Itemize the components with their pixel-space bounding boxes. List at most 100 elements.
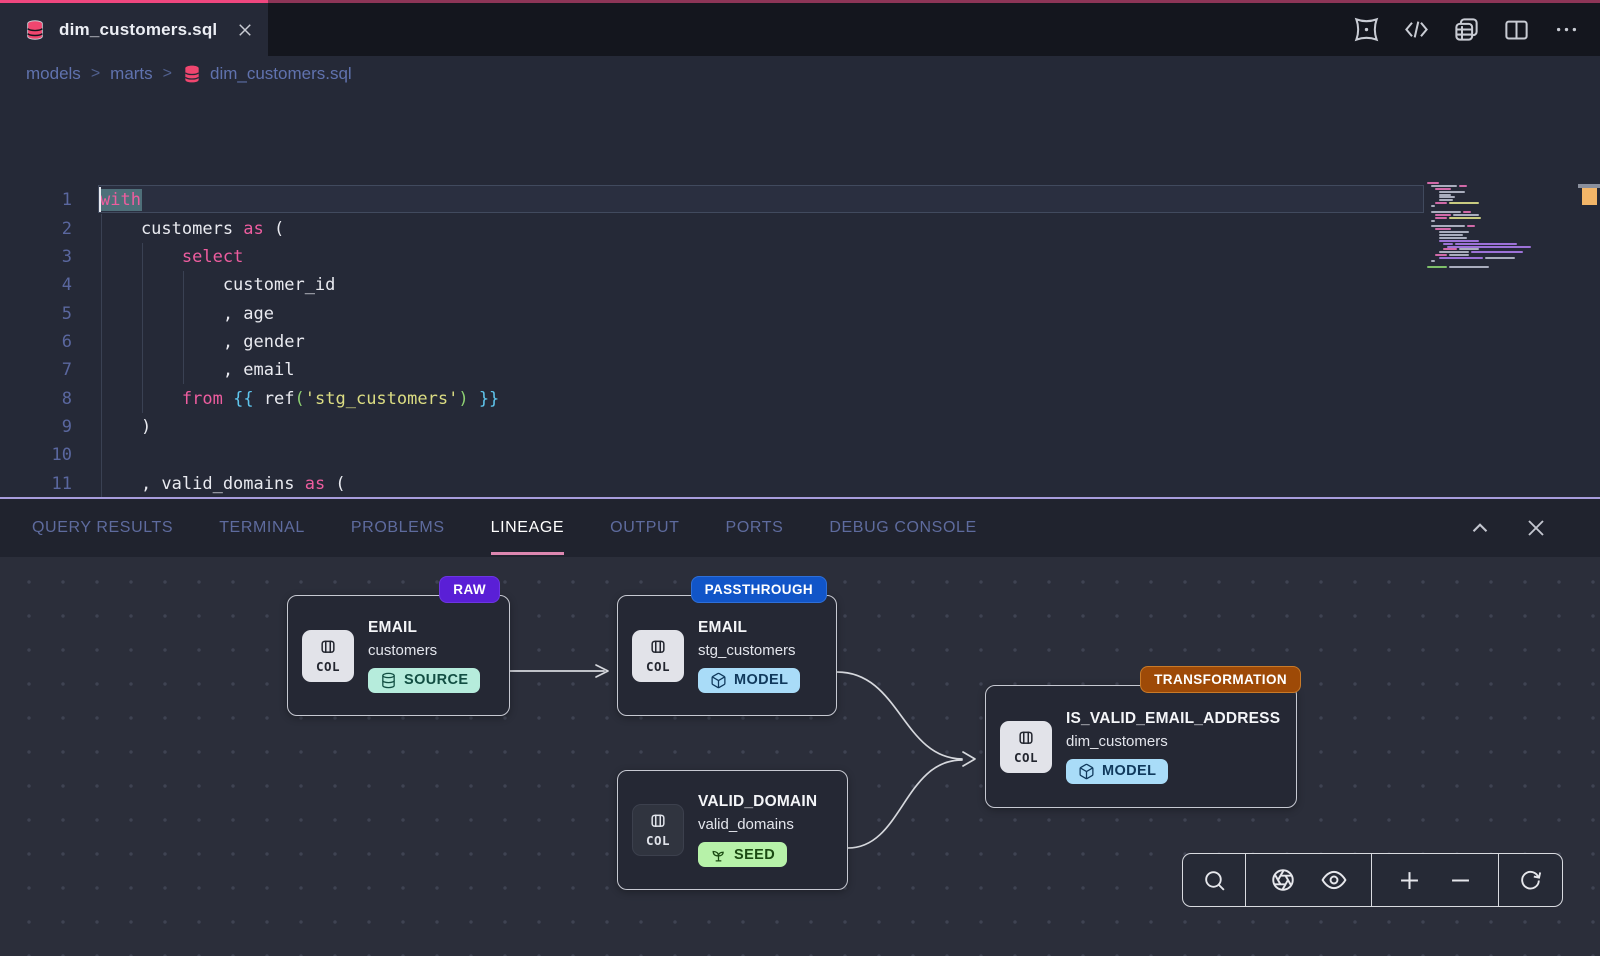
- line-number: 3: [0, 247, 72, 267]
- panel-tab-lineage[interactable]: LINEAGE: [491, 499, 565, 557]
- split-editor-icon[interactable]: [1502, 16, 1530, 44]
- panel-tab-ports[interactable]: PORTS: [726, 499, 784, 557]
- code-icon[interactable]: [1402, 16, 1430, 44]
- more-icon[interactable]: [1552, 16, 1580, 44]
- cube-icon: [1078, 763, 1095, 780]
- lineage-node-dim_customers[interactable]: TRANSFORMATIONCOLIS_VALID_EMAIL_ADDRESSd…: [985, 685, 1297, 808]
- line-number: 1: [0, 190, 72, 210]
- tab-title: dim_customers.sql: [59, 20, 217, 40]
- node-type-badge-source: SOURCE: [368, 668, 480, 693]
- node-subtitle: stg_customers: [698, 642, 796, 659]
- chip-label: COL: [646, 659, 670, 674]
- close-icon[interactable]: [236, 16, 254, 44]
- graph-toolbar: [1182, 853, 1563, 907]
- line-number: 10: [0, 445, 72, 465]
- zoom-out-icon[interactable]: [1447, 866, 1475, 894]
- node-title: EMAIL: [698, 619, 747, 637]
- eye-icon[interactable]: [1320, 866, 1348, 894]
- lineage-node-valid_domains[interactable]: COL VALID_DOMAIN valid_domains SEED: [617, 770, 848, 890]
- lineage-node-customers[interactable]: RAWCOLEMAILcustomersSOURCE: [287, 595, 510, 716]
- line-number: 6: [0, 332, 72, 352]
- app-window: dim_customers.sql models > marts > dim_custo…: [0, 0, 1600, 956]
- panel-tab-bar: QUERY RESULTS TERMINAL PROBLEMS LINEAGE OUTP…: [0, 497, 1600, 557]
- line-number: 4: [0, 275, 72, 295]
- close-panel-icon[interactable]: [1522, 514, 1550, 542]
- lineage-canvas[interactable]: RAW COL EMAIL customers SOURCE PASSTHROUGH COL…: [0, 557, 1600, 956]
- column-chip: COL: [1000, 721, 1052, 773]
- node-badge-transformation: TRANSFORMATION: [1140, 666, 1301, 693]
- code-line-2: 2 customers as (: [0, 214, 1420, 242]
- refresh-icon[interactable]: [1517, 866, 1545, 894]
- line-number: 5: [0, 304, 72, 324]
- graph-toolbar-group: [1245, 854, 1371, 906]
- node-subtitle: dim_customers: [1066, 733, 1168, 750]
- line-number: 2: [0, 219, 72, 239]
- graph-toolbar-group: [1183, 854, 1245, 906]
- database-icon: [24, 16, 46, 44]
- node-title: EMAIL: [368, 619, 417, 637]
- database-icon: [380, 672, 397, 689]
- editor-action-icons: [1352, 3, 1580, 56]
- node-badge-passthrough: PASSTHROUGH: [691, 576, 827, 603]
- text-cursor: [99, 187, 101, 212]
- graph-toolbar-group: [1498, 854, 1562, 906]
- code-line-4: 4 customer_id: [0, 271, 1420, 299]
- search-icon[interactable]: [1200, 866, 1228, 894]
- node-title: IS_VALID_EMAIL_ADDRESS: [1066, 710, 1280, 728]
- minimap[interactable]: [1425, 182, 1575, 274]
- breadcrumb: models > marts > dim_customers.sql: [0, 56, 1600, 92]
- line-number: 11: [0, 474, 72, 494]
- panel-tabs: QUERY RESULTS TERMINAL PROBLEMS LINEAGE OUTP…: [0, 499, 977, 557]
- code-line-6: 6 , gender: [0, 328, 1420, 356]
- code-line-11: 11 , valid_domains as (: [0, 469, 1420, 497]
- copy-table-icon[interactable]: [1452, 16, 1480, 44]
- column-chip: COL: [302, 630, 354, 682]
- line-number: 9: [0, 417, 72, 437]
- panel-tab-debug-console[interactable]: DEBUG CONSOLE: [829, 499, 976, 557]
- seedling-icon: [710, 846, 727, 863]
- zoom-in-icon[interactable]: [1395, 866, 1423, 894]
- dbt-logo-icon[interactable]: [1352, 16, 1380, 44]
- breadcrumb-item-marts[interactable]: marts: [110, 64, 153, 84]
- database-icon: [182, 64, 202, 84]
- node-type-badge-seed: SEED: [698, 842, 787, 867]
- code-editor[interactable]: 1with2 customers as (3 select4 customer_…: [0, 92, 1600, 497]
- chip-label: COL: [316, 659, 340, 674]
- aperture-icon[interactable]: [1269, 866, 1297, 894]
- lineage-node-stg_customers[interactable]: PASSTHROUGHCOLEMAILstg_customersMODEL: [617, 595, 837, 716]
- panel-tab-terminal[interactable]: TERMINAL: [219, 499, 305, 557]
- node-type-badge-model: MODEL: [698, 668, 800, 693]
- ruler-marker-orange[interactable]: [1582, 188, 1597, 205]
- line-number: 7: [0, 360, 72, 380]
- breadcrumb-item-models[interactable]: models: [26, 64, 81, 84]
- column-chip: COL: [632, 804, 684, 856]
- panel-actions: [1466, 499, 1600, 557]
- node-subtitle: customers: [368, 642, 437, 659]
- code-line-10: 10: [0, 441, 1420, 469]
- graph-toolbar-group: [1371, 854, 1498, 906]
- panel-tab-output[interactable]: OUTPUT: [610, 499, 679, 557]
- panel-tab-query-results[interactable]: QUERY RESULTS: [32, 499, 173, 557]
- overview-ruler: [1578, 184, 1600, 497]
- breadcrumb-separator: >: [163, 65, 172, 83]
- panel-tab-problems[interactable]: PROBLEMS: [351, 499, 445, 557]
- collapse-panel-icon[interactable]: [1466, 514, 1494, 542]
- editor-tab-bar: dim_customers.sql: [0, 0, 1600, 56]
- chip-label: COL: [646, 833, 670, 848]
- breadcrumb-item-dim_customers-sql[interactable]: dim_customers.sql: [182, 64, 352, 84]
- node-badge-raw: RAW: [439, 576, 500, 603]
- node-type-badge-model: MODEL: [1066, 759, 1168, 784]
- chip-label: COL: [1014, 750, 1038, 765]
- code-line-8: 8 from {{ ref('stg_customers') }}: [0, 384, 1420, 412]
- code-line-5: 5 , age: [0, 299, 1420, 327]
- breadcrumb-separator: >: [91, 65, 100, 83]
- code-line-3: 3 select: [0, 243, 1420, 271]
- cube-icon: [710, 672, 727, 689]
- tab-dim-customers[interactable]: dim_customers.sql: [0, 0, 268, 56]
- node-title: VALID_DOMAIN: [698, 793, 817, 811]
- code-lines: 1with2 customers as (3 select4 customer_…: [0, 186, 1420, 497]
- code-line-1: 1with: [0, 186, 1420, 214]
- node-subtitle: valid_domains: [698, 816, 794, 833]
- line-number: 8: [0, 389, 72, 409]
- column-chip: COL: [632, 630, 684, 682]
